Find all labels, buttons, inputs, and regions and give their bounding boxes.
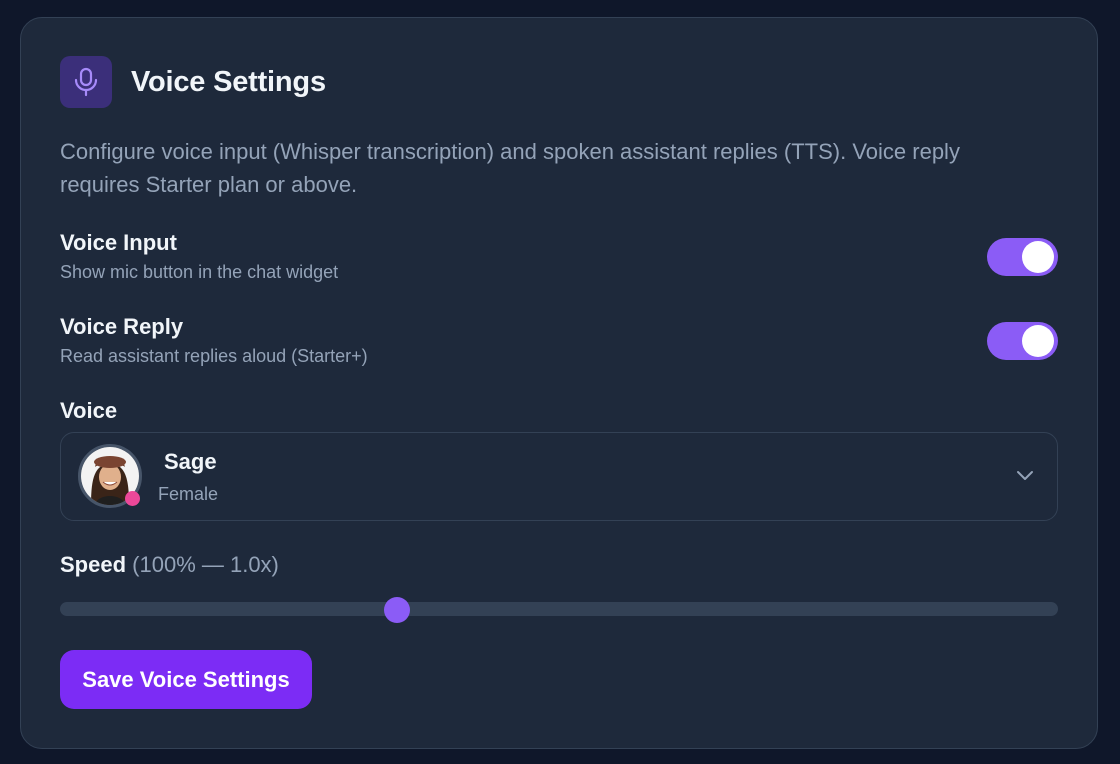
avatar [78, 444, 142, 508]
speed-title: Speed [60, 552, 127, 577]
setting-title: Voice Reply [60, 314, 184, 339]
speed-label: Speed (100% — 1.0x) [60, 552, 279, 578]
page-title: Voice Settings [131, 65, 326, 98]
microphone-icon [60, 56, 112, 108]
selected-voice-name: Sage [164, 449, 217, 474]
voice-reply-setting: Voice Reply Read assistant replies aloud… [60, 314, 1058, 370]
toggle-knob [1022, 241, 1054, 273]
status-dot [125, 491, 140, 506]
chevron-down-icon [1015, 468, 1035, 487]
setting-subtitle: Show mic button in the chat widget [60, 262, 339, 282]
voice-input-toggle[interactable] [987, 238, 1058, 276]
selected-voice-gender: Female [158, 484, 219, 504]
voice-reply-toggle[interactable] [987, 322, 1058, 360]
card-header: Voice Settings [60, 56, 326, 108]
voice-label: Voice [60, 398, 118, 423]
setting-title: Voice Input [60, 230, 177, 255]
voice-input-setting: Voice Input Show mic button in the chat … [60, 230, 1058, 286]
speed-slider[interactable] [60, 597, 1058, 623]
voice-select[interactable]: Sage Female [60, 432, 1058, 521]
settings-description: Configure voice input (Whisper transcrip… [60, 139, 960, 197]
speed-value: (100% — 1.0x) [132, 552, 279, 577]
speed-slider-thumb[interactable] [384, 597, 411, 623]
toggle-knob [1022, 325, 1054, 357]
setting-subtitle: Read assistant replies aloud (Starter+) [60, 346, 368, 366]
voice-settings-card: Voice Settings Configure voice input (Wh… [20, 17, 1098, 749]
save-voice-settings-button[interactable]: Save Voice Settings [60, 650, 312, 709]
